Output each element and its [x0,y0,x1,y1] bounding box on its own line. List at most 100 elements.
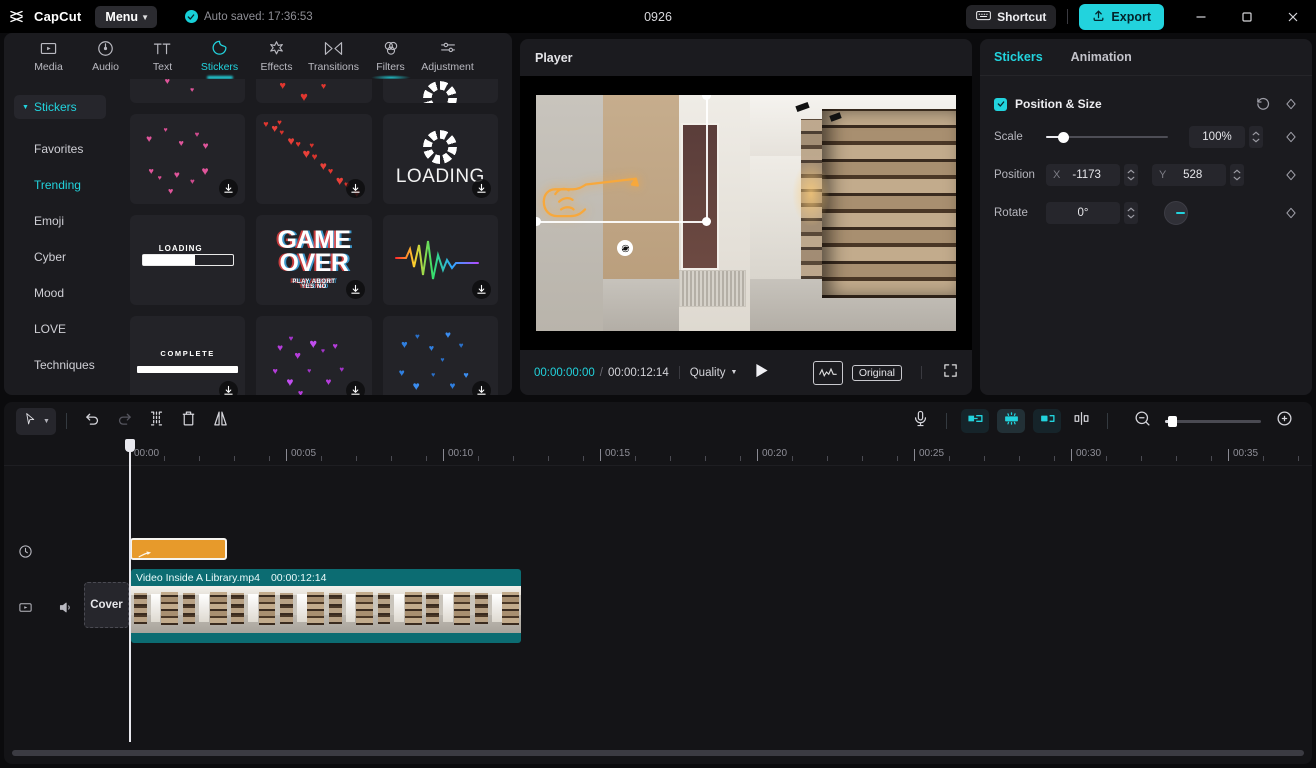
delete-button[interactable] [173,406,205,436]
sidebar-item-mood[interactable]: Mood [4,275,116,311]
scale-slider-knob[interactable] [1058,132,1069,143]
download-icon[interactable] [472,179,491,198]
sticker-cell-red-hearts[interactable] [256,114,371,204]
minimize-button[interactable] [1178,0,1224,33]
sticker-clip[interactable] [130,538,227,560]
keyframe-cut-button[interactable] [1065,406,1097,436]
cursor-tool-button[interactable]: ▼ [16,408,56,435]
tab-audio[interactable]: Audio [77,33,134,79]
reset-icon[interactable] [1256,97,1271,112]
sticker-cell-purple-hearts[interactable] [256,316,371,395]
sticker-cell-partial-2[interactable] [256,79,371,103]
microphone-button[interactable] [904,406,936,436]
scale-slider[interactable] [1046,130,1168,144]
play-button[interactable] [755,363,769,383]
scale-keyframe[interactable] [1284,130,1298,144]
position-x-stepper[interactable] [1124,164,1138,186]
sidebar-item-emoji[interactable]: Emoji [4,203,116,239]
sticker-track-icon[interactable] [14,540,36,562]
video-preview[interactable] [536,95,956,331]
sticker-cell-partial-3[interactable] [383,79,498,103]
sticker-cell-complete[interactable]: COMPLETE [130,316,245,395]
zoom-slider[interactable] [1165,420,1261,423]
export-button[interactable]: Export [1079,4,1164,30]
sidebar-item-trending[interactable]: Trending [4,167,116,203]
keyframe-diamond-icon[interactable] [1284,130,1298,144]
close-button[interactable] [1270,0,1316,33]
tab-effects[interactable]: Effects [248,33,305,79]
resize-handle-corner[interactable] [702,217,711,226]
keyframe-diamond-icon[interactable] [1284,206,1298,220]
volume-icon[interactable] [54,596,76,618]
mirror-button[interactable] [205,406,237,436]
download-icon[interactable] [472,381,491,395]
cover-button[interactable]: Cover [84,582,129,628]
tab-adjustment[interactable]: Adjustment [419,33,476,79]
sidebar-header-stickers[interactable]: ▼ Stickers [14,95,106,119]
pointing-hand-sticker[interactable] [540,173,655,228]
sticker-cell-loading-bar[interactable]: LOADING [130,215,245,305]
download-icon[interactable] [346,381,365,395]
sticker-cell-game-over[interactable]: GAME OVER PLAY ABORT YES NO [256,215,371,305]
playhead[interactable] [129,440,131,742]
tab-media[interactable]: Media [20,33,77,79]
rotate-stepper[interactable] [1124,202,1138,224]
position-x-input[interactable]: X -1173 [1046,164,1120,186]
position-size-checkbox[interactable] [994,98,1007,111]
tab-text[interactable]: Text [134,33,191,79]
fullscreen-button[interactable] [943,363,958,383]
rotate-keyframe[interactable] [1284,206,1298,220]
timeline-ruler[interactable]: 00:00 00:05 00:10 00:15 00:20 00:25 00:3… [4,440,1312,466]
menu-button[interactable]: Menu ▼ [95,6,157,28]
position-y-input[interactable]: Y 528 [1152,164,1226,186]
keyframe-diamond-icon[interactable] [1284,97,1298,111]
scale-stepper[interactable] [1249,126,1263,148]
sidebar-item-techniques[interactable]: Techniques [4,347,116,383]
position-y-stepper[interactable] [1230,164,1244,186]
crop-left-button[interactable] [961,409,989,433]
waveform-scope-button[interactable] [813,361,843,385]
split-button[interactable] [141,406,173,436]
scrollbar-thumb[interactable] [12,750,1304,756]
download-icon[interactable] [472,280,491,299]
playhead-handle[interactable] [125,439,135,452]
auto-cut-button[interactable] [997,409,1025,433]
sticker-cell-partial-1[interactable] [130,79,245,103]
keyframe-diamond-icon[interactable] [1284,168,1298,182]
sticker-cell-waveform[interactable] [383,215,498,305]
redo-button[interactable] [109,406,141,436]
sticker-grid-scroll[interactable]: LOADING LOADING GAME OVER [116,79,512,395]
player-stage[interactable] [520,76,972,350]
rotate-handle-icon[interactable] [617,240,633,256]
sidebar-item-love[interactable]: LOVE [4,311,116,347]
zoom-in-button[interactable] [1268,406,1300,436]
rotate-input[interactable]: 0° [1046,202,1120,224]
undo-button[interactable] [77,406,109,436]
sticker-cell-blue-hearts[interactable] [383,316,498,395]
sticker-cell-pink-hearts[interactable] [130,114,245,204]
download-icon[interactable] [219,381,238,395]
shortcut-button[interactable]: Shortcut [966,5,1056,29]
timeline-horizontal-scrollbar[interactable] [4,742,1312,764]
quality-dropdown[interactable]: Quality ▼ [690,367,738,379]
aspect-ratio-button[interactable]: Original [852,365,902,381]
tab-properties-stickers[interactable]: Stickers [994,50,1043,64]
position-keyframe[interactable] [1284,168,1298,182]
tab-stickers[interactable]: Stickers [191,33,248,79]
zoom-out-button[interactable] [1126,406,1158,436]
zoom-slider-knob[interactable] [1168,416,1177,427]
download-icon[interactable] [346,280,365,299]
tab-transitions[interactable]: Transitions [305,33,362,79]
tab-properties-animation[interactable]: Animation [1071,50,1132,64]
rotate-dial[interactable] [1164,201,1188,225]
download-icon[interactable] [346,179,365,198]
video-track-icon[interactable] [14,596,36,618]
crop-right-button[interactable] [1033,409,1061,433]
sidebar-item-cyber[interactable]: Cyber [4,239,116,275]
tab-filters[interactable]: Filters [362,33,419,79]
scale-input[interactable]: 100% [1189,126,1245,148]
sidebar-item-favorites[interactable]: Favorites [4,131,116,167]
maximize-button[interactable] [1224,0,1270,33]
timeline-tracks[interactable]: Cover Video Inside A Library.mp4 00:00:1… [4,466,1312,742]
video-clip[interactable]: Video Inside A Library.mp4 00:00:12:14 [131,569,521,643]
